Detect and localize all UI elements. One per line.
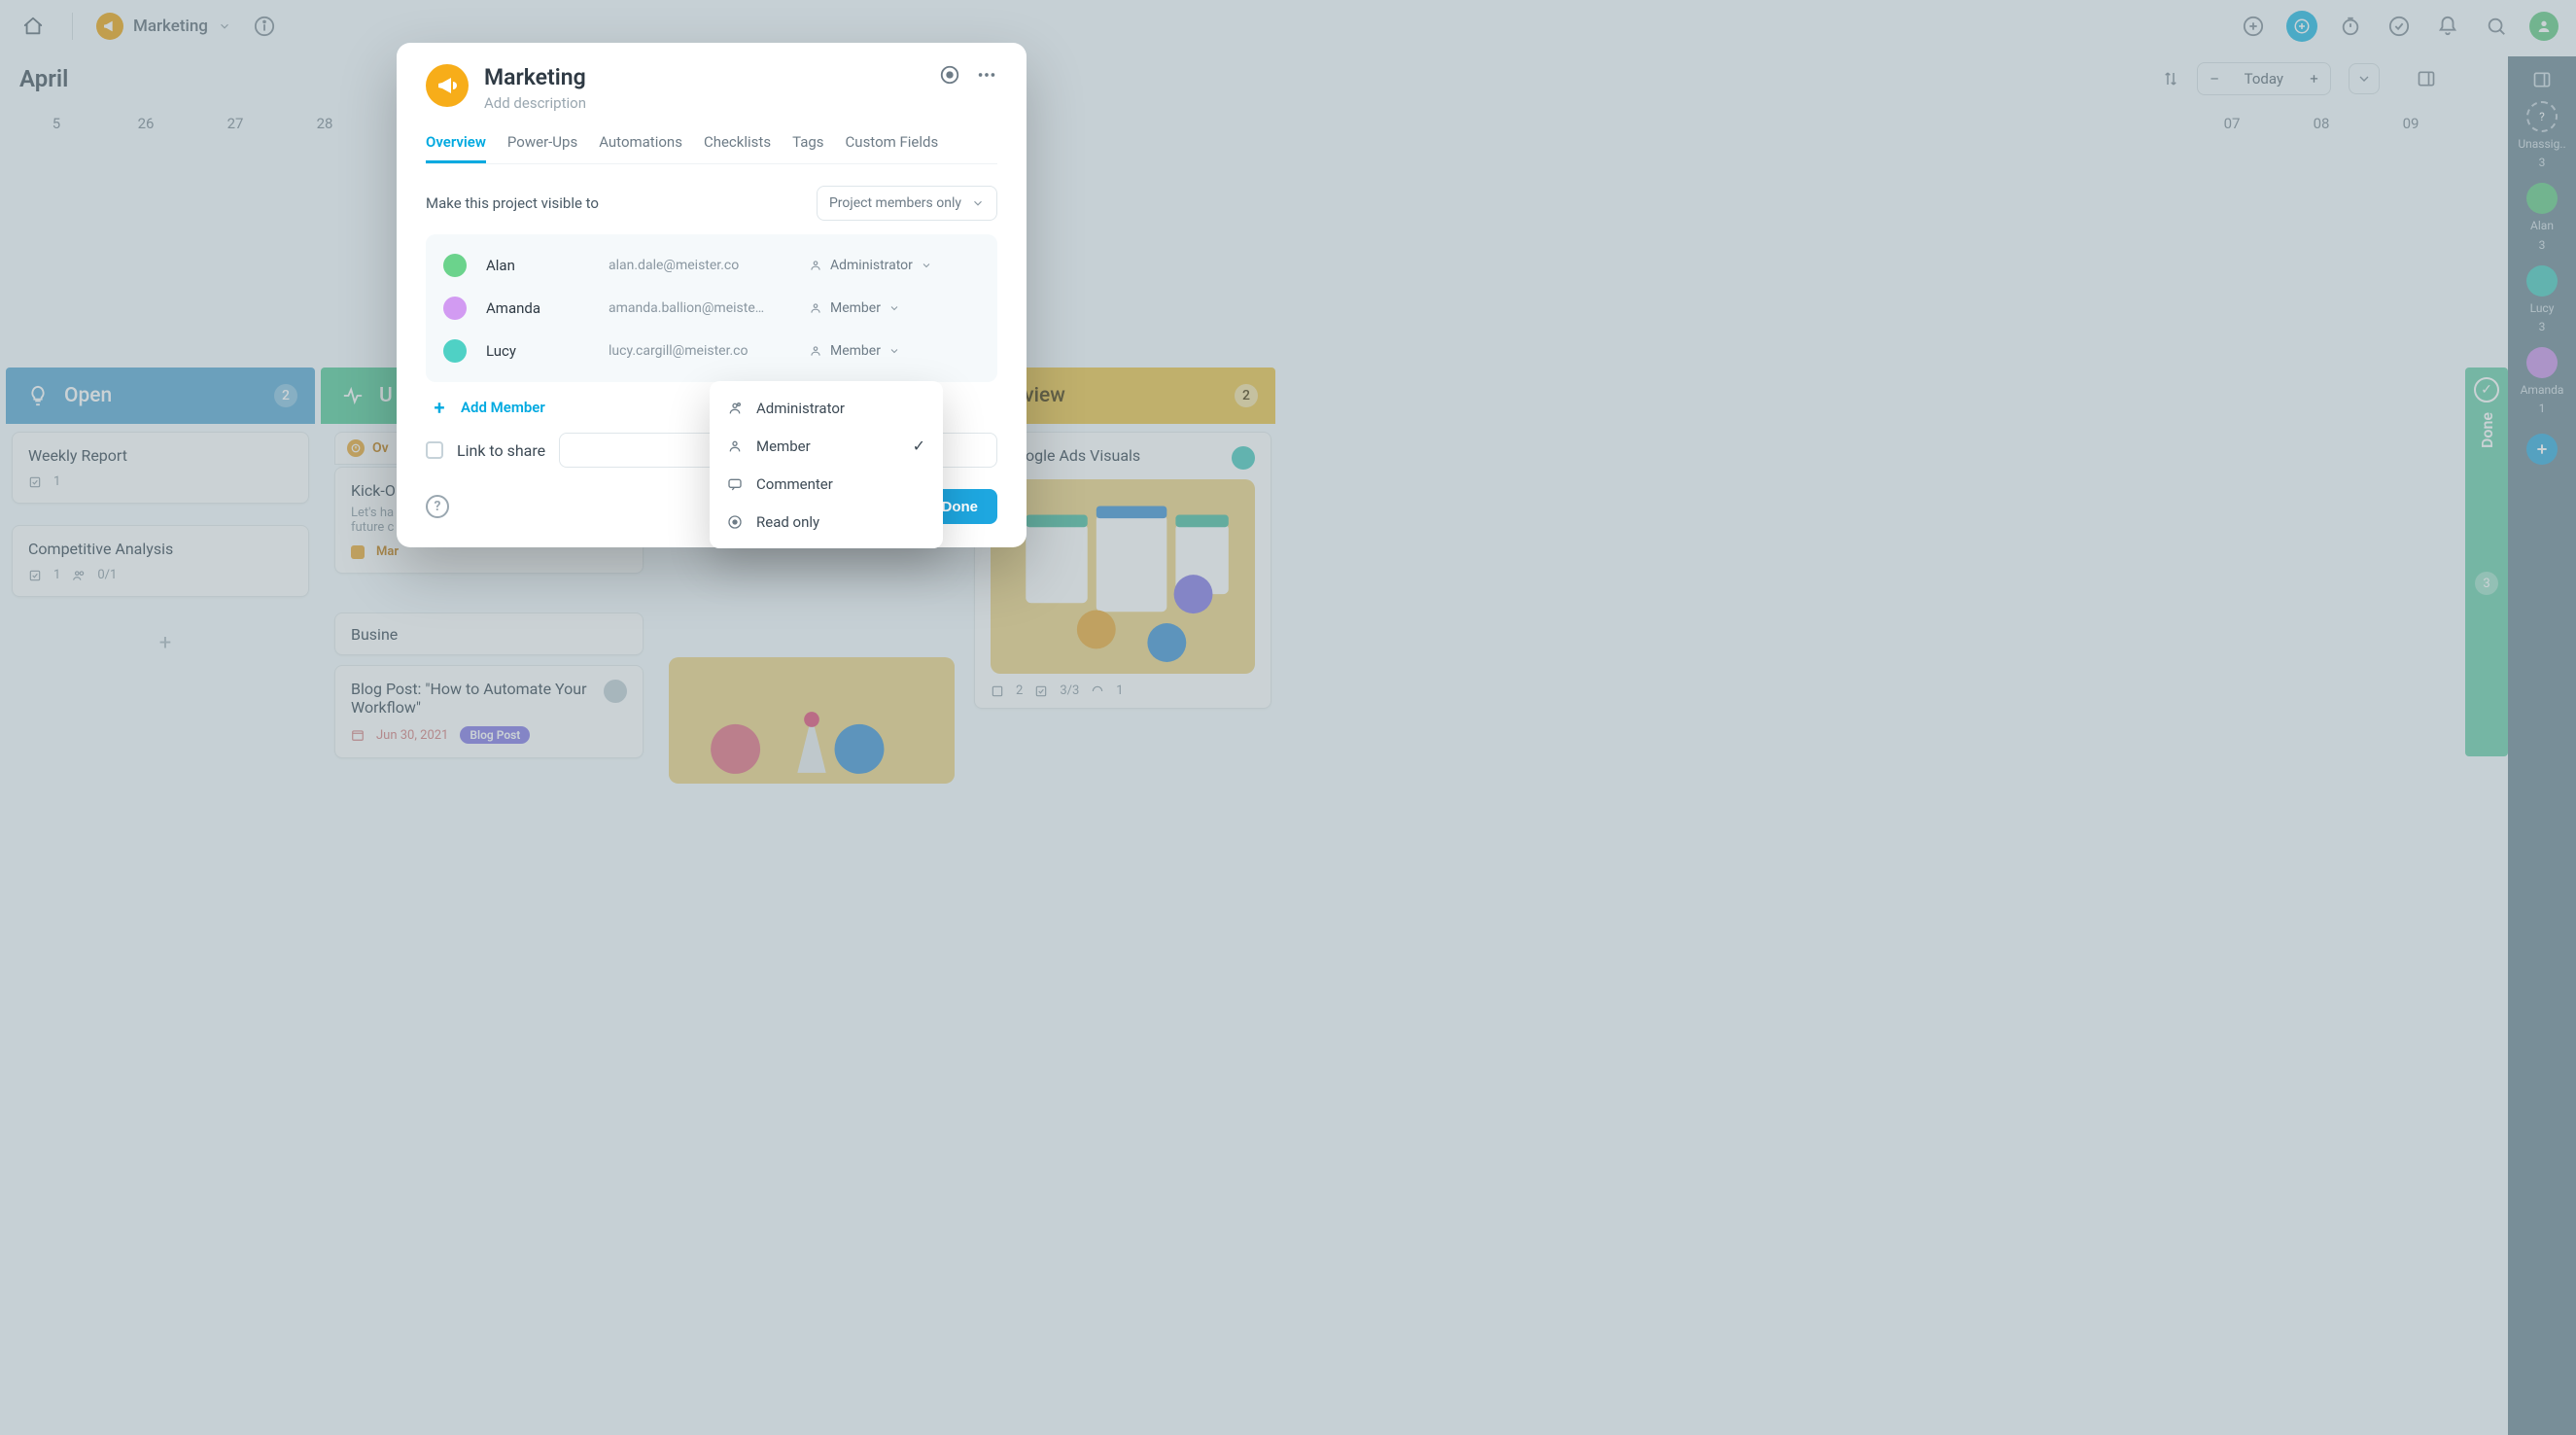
role-option-label: Read only <box>756 513 819 531</box>
member-role: Member <box>830 300 881 316</box>
member-email: amanda.ballion@meiste… <box>609 300 793 316</box>
member-role: Member <box>830 343 881 359</box>
plus-icon: + <box>430 398 449 417</box>
member-avatar <box>443 254 467 277</box>
member-name: Lucy <box>486 342 593 360</box>
visibility-value: Project members only <box>829 195 961 211</box>
modal-subtitle[interactable]: Add description <box>484 94 586 112</box>
member-name: Alan <box>486 257 593 274</box>
member-row: Lucy lucy.cargill@meister.co Member <box>439 330 984 372</box>
visibility-select[interactable]: Project members only <box>817 186 997 221</box>
role-option-readonly[interactable]: Read only ✓ <box>710 503 943 541</box>
member-role-select[interactable]: Member <box>809 300 980 316</box>
link-share-label: Link to share <box>457 441 545 460</box>
member-role-select[interactable]: Administrator <box>809 258 980 273</box>
add-member-label: Add Member <box>461 399 545 416</box>
member-avatar <box>443 339 467 363</box>
tab-overview[interactable]: Overview <box>426 133 486 163</box>
member-avatar <box>443 297 467 320</box>
watch-icon[interactable] <box>939 64 960 86</box>
check-icon: ✓ <box>913 437 925 455</box>
member-email: alan.dale@meister.co <box>609 258 793 273</box>
modal-tabs: Overview Power-Ups Automations Checklist… <box>426 133 997 164</box>
role-option-administrator[interactable]: Administrator ✓ <box>710 389 943 427</box>
modal-title: Marketing <box>484 64 586 90</box>
role-popover: Administrator ✓ Member ✓ Commenter ✓ Rea… <box>710 381 943 548</box>
members-list: Alan alan.dale@meister.co Administrator … <box>426 234 997 382</box>
member-email: lucy.cargill@meister.co <box>609 343 793 359</box>
role-option-label: Member <box>756 438 811 455</box>
tab-custom-fields[interactable]: Custom Fields <box>846 133 939 163</box>
tab-tags[interactable]: Tags <box>792 133 823 163</box>
add-member-button[interactable]: + Add Member <box>430 398 545 417</box>
role-option-commenter[interactable]: Commenter ✓ <box>710 465 943 503</box>
member-row: Amanda amanda.ballion@meiste… Member <box>439 287 984 330</box>
project-badge-icon <box>426 64 469 107</box>
role-option-label: Administrator <box>756 400 845 417</box>
visibility-label: Make this project visible to <box>426 194 599 212</box>
link-share-checkbox[interactable] <box>426 441 443 459</box>
member-role: Administrator <box>830 258 913 273</box>
role-option-member[interactable]: Member ✓ <box>710 427 943 465</box>
member-row: Alan alan.dale@meister.co Administrator <box>439 244 984 287</box>
tab-automations[interactable]: Automations <box>599 133 682 163</box>
tab-checklists[interactable]: Checklists <box>704 133 771 163</box>
role-option-label: Commenter <box>756 475 833 493</box>
modal-backdrop[interactable] <box>0 0 2576 1435</box>
help-icon[interactable]: ? <box>426 495 449 518</box>
more-icon[interactable] <box>976 64 997 86</box>
member-name: Amanda <box>486 299 593 317</box>
tab-power-ups[interactable]: Power-Ups <box>507 133 577 163</box>
member-role-select[interactable]: Member <box>809 343 980 359</box>
